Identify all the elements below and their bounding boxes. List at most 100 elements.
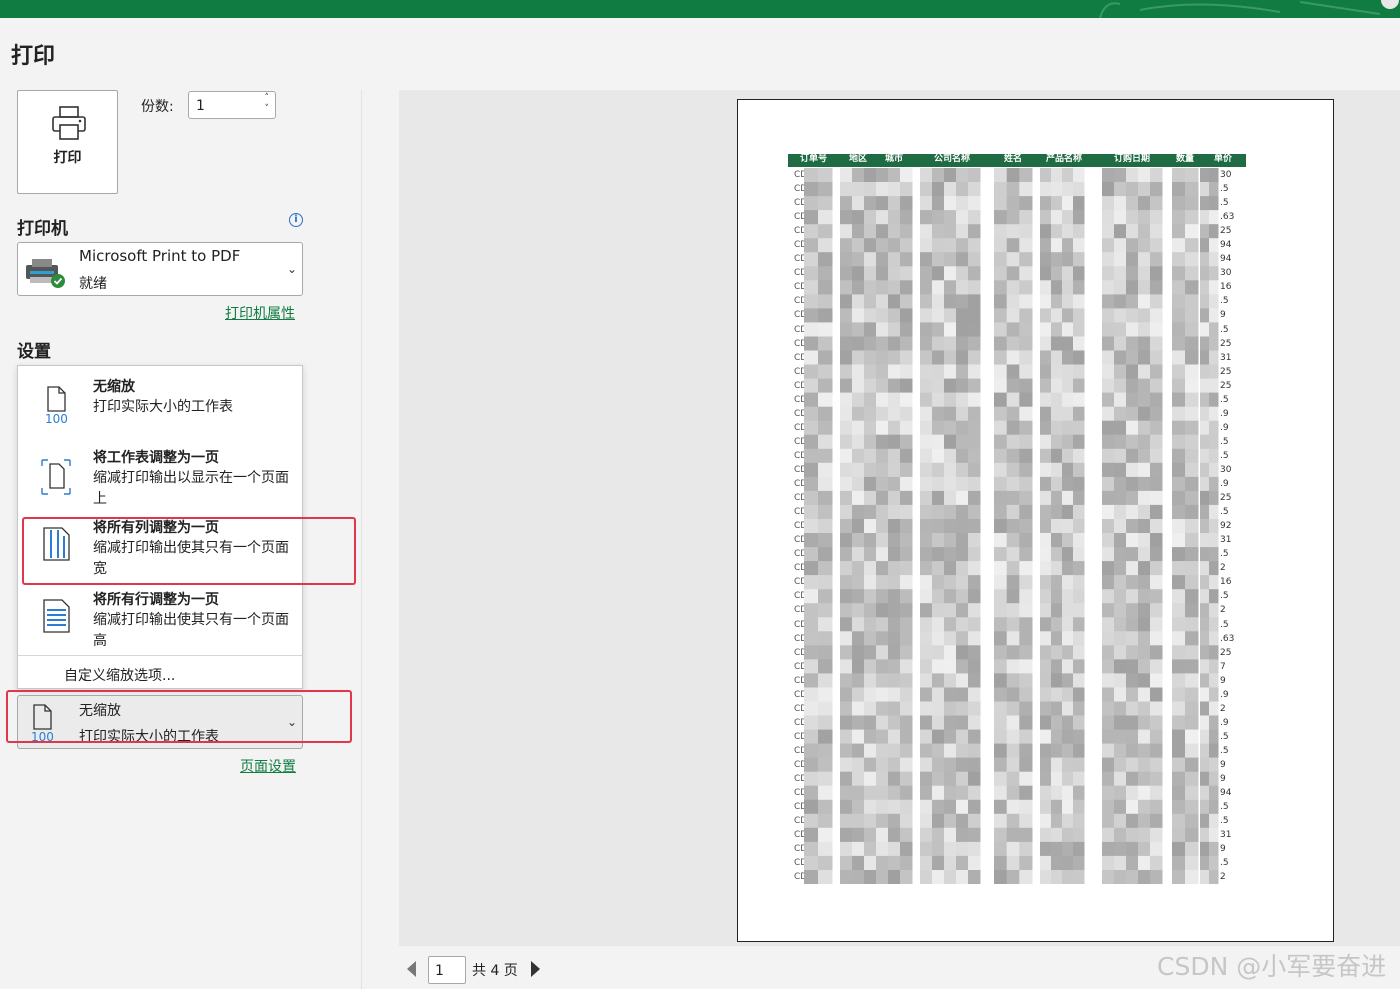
blurred-cell <box>1126 406 1139 422</box>
blurred-cell <box>888 266 901 281</box>
blurred-cell <box>1185 266 1199 281</box>
blurred-cell <box>944 252 957 267</box>
option-no-scaling[interactable]: 100 无缩放 打印实际大小的工作表 <box>18 366 302 440</box>
header-cell: 地区 <box>849 154 868 164</box>
price-cell: 9 <box>1220 844 1226 855</box>
blurred-cell <box>968 743 981 759</box>
blurred-cell <box>956 673 969 688</box>
blurred-cell <box>1138 420 1151 436</box>
blurred-cell <box>1126 168 1139 183</box>
blurred-cell <box>1114 533 1127 548</box>
blurred-cell <box>1102 547 1115 562</box>
blurred-cell <box>804 687 819 702</box>
blurred-cell <box>888 715 901 730</box>
blurred-cell <box>1209 252 1219 267</box>
blurred-cell <box>956 504 969 520</box>
next-page-button[interactable] <box>531 961 540 977</box>
blurred-cell <box>900 743 913 759</box>
blurred-cell <box>1102 687 1115 702</box>
blurred-cell <box>1185 855 1199 871</box>
blurred-cell <box>1150 238 1163 253</box>
blurred-cell <box>1209 561 1219 576</box>
blurred-cell <box>1040 350 1052 365</box>
blurred-cell <box>956 266 969 281</box>
blurred-cell <box>944 771 957 787</box>
blurred-cell <box>1209 266 1219 281</box>
page-number-input[interactable]: 1 <box>428 956 466 984</box>
price-cell: .9 <box>1220 422 1229 433</box>
blurred-cell <box>1185 224 1199 239</box>
blurred-cell <box>818 252 833 267</box>
blurred-cell <box>968 434 981 450</box>
option-fit-sheet[interactable]: 将工作表调整为一页 缩减打印输出以显示在一个页面上 <box>18 442 302 512</box>
blurred-cell <box>956 490 969 506</box>
blurred-cell <box>1102 855 1115 871</box>
custom-scaling-option[interactable]: 自定义缩放选项... <box>64 665 175 685</box>
blurred-cell <box>994 631 1008 646</box>
scaling-select[interactable]: 100 无缩放 打印实际大小的工作表 ⌄ <box>17 695 303 749</box>
blurred-cell <box>818 364 833 379</box>
price-column: 30.5.5.63 25 94 94 30 16.5 9.5 25 31 25 25.5.9.9.5… <box>1220 168 1246 884</box>
blurred-cell <box>1102 519 1115 534</box>
blurred-cell <box>956 575 969 590</box>
blurred-cell <box>1200 631 1210 646</box>
blurred-cell <box>1185 785 1199 801</box>
blurred-cell <box>944 729 957 745</box>
blurred-cell <box>818 575 833 590</box>
page-setup-link[interactable]: 页面设置 <box>240 756 296 776</box>
blurred-cell <box>1200 392 1210 408</box>
blurred-cell <box>900 561 913 576</box>
blurred-cell <box>1102 224 1115 239</box>
blurred-cell <box>1073 350 1085 365</box>
info-icon[interactable]: i <box>289 213 303 227</box>
blurred-cell <box>1172 687 1186 702</box>
spin-arrows-icon[interactable]: ˄ ˅ <box>265 93 270 115</box>
blurred-cell <box>1040 448 1052 464</box>
blurred-cell <box>1209 603 1219 618</box>
blurred-cell <box>900 322 913 337</box>
copies-stepper[interactable]: 1 ˄ ˅ <box>188 91 276 119</box>
blurred-cell <box>804 547 819 562</box>
blurred-cell <box>944 448 957 464</box>
option-fit-columns[interactable]: 将所有列调整为一页 缩减打印输出使其只有一个页面宽 <box>18 512 302 584</box>
blurred-cell <box>864 715 877 730</box>
blurred-cell <box>876 813 889 829</box>
blurred-cell <box>818 182 833 197</box>
blurred-cell <box>932 813 945 829</box>
blurred-cell <box>840 504 853 520</box>
blurred-cell <box>1114 673 1127 688</box>
blurred-cell <box>1040 870 1052 884</box>
blurred-cell <box>968 322 981 337</box>
previous-page-button[interactable] <box>407 961 416 977</box>
blurred-cell <box>932 631 945 646</box>
header-cell: 订购日期 <box>1114 154 1151 164</box>
blurred-cell <box>1062 855 1074 871</box>
blurred-cell <box>818 673 833 688</box>
blurred-cell <box>876 462 889 478</box>
blurred-cell <box>968 729 981 745</box>
blurred-cell <box>1126 336 1139 351</box>
blurred-cell <box>864 406 877 422</box>
blurred-cell <box>900 701 913 716</box>
blurred-cell <box>1185 392 1199 408</box>
blurred-cell <box>1102 743 1115 759</box>
printer-select[interactable]: Microsoft Print to PDF 就绪 ⌄ <box>17 242 303 296</box>
blurred-cell <box>932 785 945 801</box>
blurred-cell <box>840 729 853 745</box>
blurred-cell <box>1040 547 1052 562</box>
option-fit-rows[interactable]: 将所有行调整为一页 缩减打印输出使其只有一个页面高 <box>18 584 302 654</box>
blurred-cell <box>994 448 1008 464</box>
blurred-cell <box>944 364 957 379</box>
blurred-cell <box>920 519 933 534</box>
blurred-cell <box>920 322 933 337</box>
no-scaling-icon: 100 <box>31 704 54 742</box>
blurred-cell <box>1102 182 1115 197</box>
blurred-cell <box>1019 645 1033 660</box>
printer-properties-link[interactable]: 打印机属性 <box>225 303 295 323</box>
blurred-cell <box>932 350 945 365</box>
blurred-cell <box>1172 210 1186 225</box>
print-button[interactable]: 打印 <box>17 90 118 194</box>
blurred-cell <box>1040 476 1052 492</box>
blurred-cell <box>900 210 913 225</box>
blurred-cell <box>1172 224 1186 239</box>
